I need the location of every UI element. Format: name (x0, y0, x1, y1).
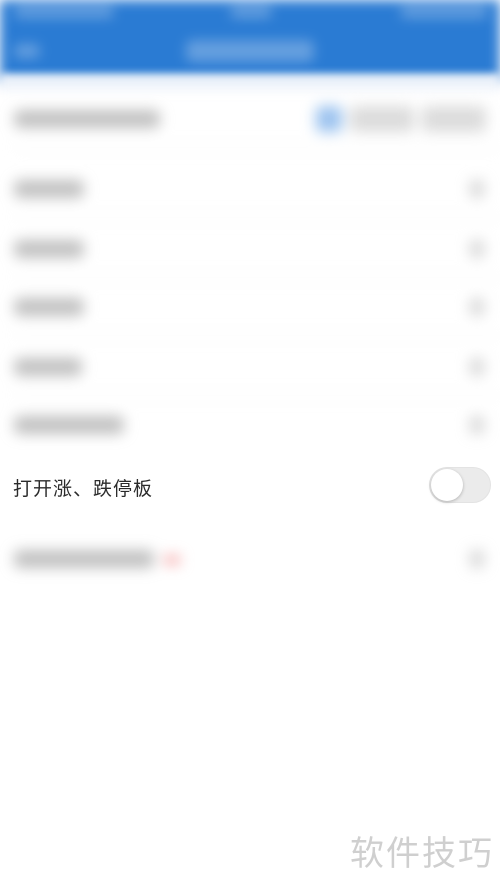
settings-row-limit-board[interactable]: 打开涨、跌停板 (0, 456, 500, 516)
status-bar-time-blurred (230, 6, 272, 18)
row-label-blurred (14, 180, 84, 198)
row-label-blurred (14, 550, 154, 568)
chevron-right-icon (470, 240, 484, 258)
settings-row-blurred[interactable] (0, 530, 500, 588)
settings-row-blurred[interactable] (0, 220, 500, 278)
watermark: 软件技巧 (350, 834, 494, 874)
blurred-settings-list-bottom (0, 516, 500, 626)
segment-blurred[interactable] (350, 106, 414, 132)
settings-row-blurred[interactable] (0, 160, 500, 218)
chevron-right-icon (470, 550, 484, 568)
chevron-right-icon (470, 180, 484, 198)
divider (14, 147, 500, 148)
row-label-blurred (14, 298, 84, 316)
chevron-right-icon (470, 298, 484, 316)
segment-blurred[interactable] (422, 106, 486, 132)
back-button-blurred[interactable] (14, 44, 40, 58)
row-label-blurred (14, 110, 160, 128)
status-bar-left-blurred (14, 6, 114, 18)
status-bar-right-blurred (400, 6, 488, 18)
settings-row-blurred[interactable] (0, 278, 500, 336)
row-label-blurred (14, 358, 82, 376)
blurred-settings-list-top (0, 90, 500, 456)
toggle-knob (431, 469, 463, 501)
chevron-right-icon (470, 416, 484, 434)
page-title-blurred (186, 40, 314, 62)
row-label-blurred (14, 416, 124, 434)
row-label-blurred (14, 240, 84, 258)
settings-row-blurred[interactable] (0, 338, 500, 396)
segmented-control-blurred[interactable] (308, 106, 486, 132)
divider (14, 335, 500, 336)
settings-row-blurred[interactable] (0, 396, 500, 454)
app-header (0, 0, 500, 80)
divider (14, 217, 500, 218)
new-badge-blurred (164, 556, 180, 564)
segment-blurred[interactable] (316, 106, 342, 132)
limit-board-toggle[interactable] (429, 467, 491, 503)
chevron-right-icon (470, 358, 484, 376)
limit-board-label: 打开涨、跌停板 (13, 478, 154, 500)
settings-row-blurred[interactable] (0, 90, 500, 148)
